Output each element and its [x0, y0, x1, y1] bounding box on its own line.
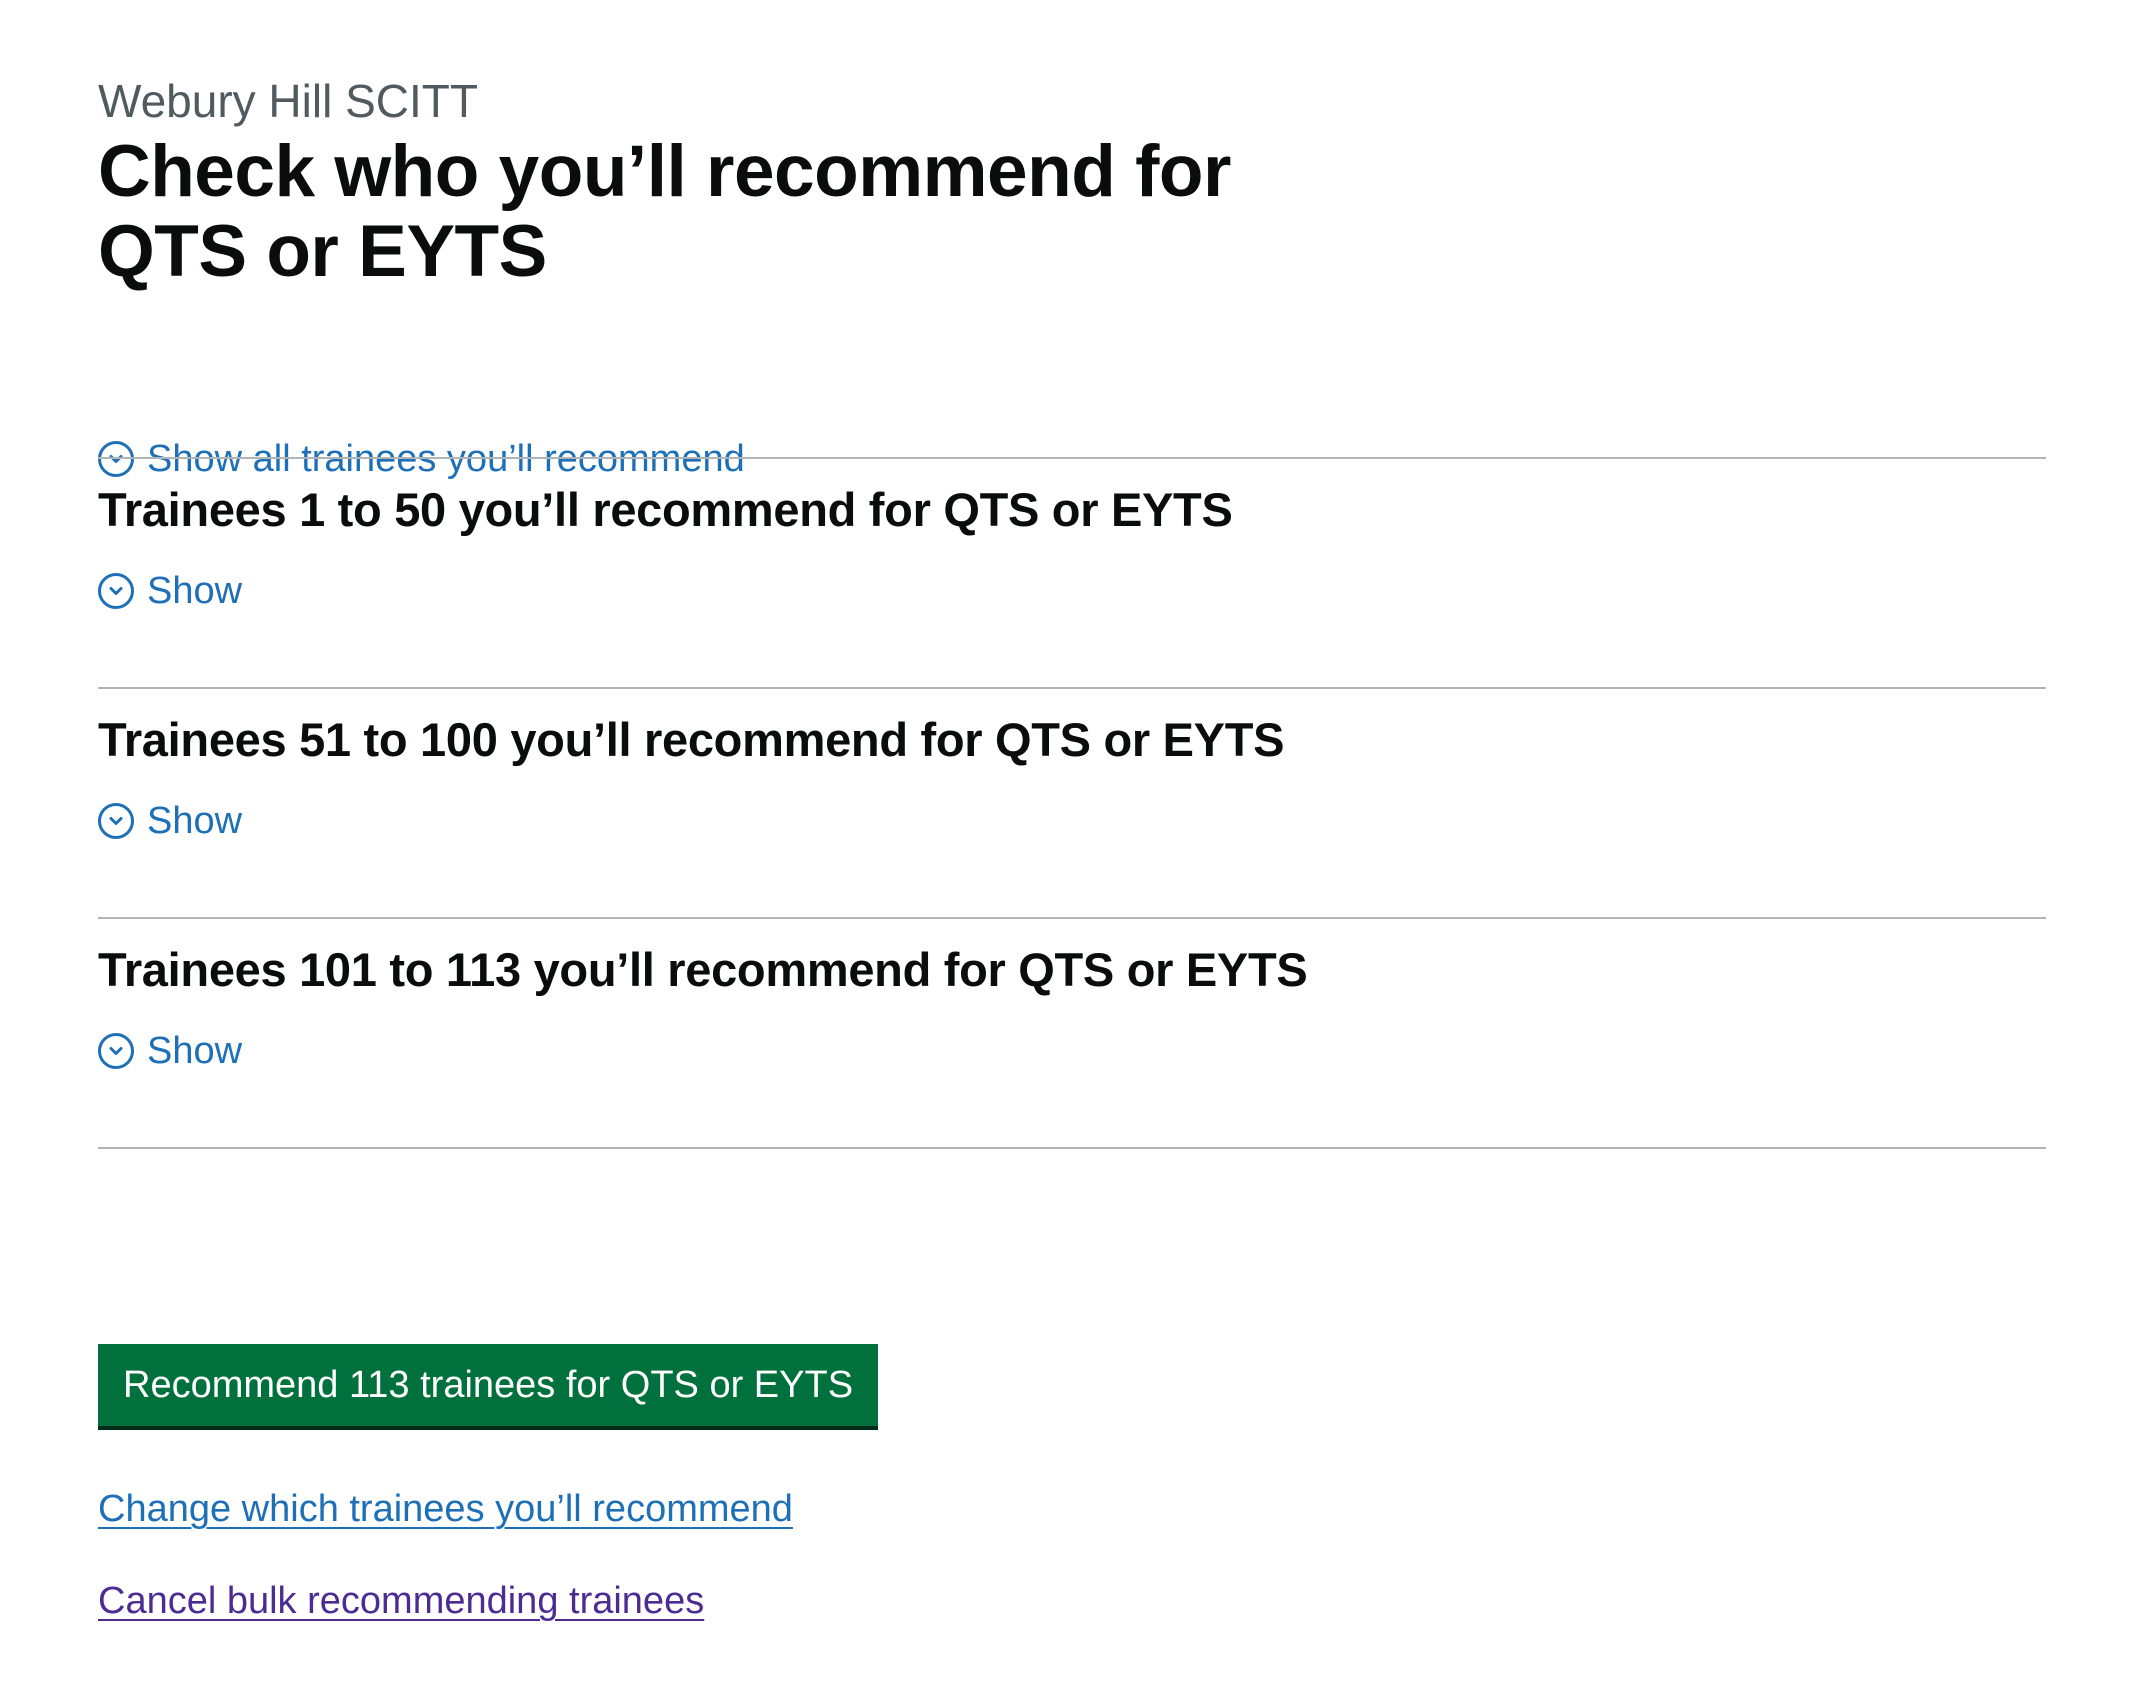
change-trainees-link[interactable]: Change which trainees you’ll recommend	[98, 1485, 793, 1533]
accordion-bottom-divider	[98, 1147, 2046, 1149]
chevron-down-circle-icon	[98, 1033, 134, 1069]
section-show-button[interactable]: Show	[98, 1027, 242, 1075]
section-heading: Trainees 1 to 50 you’ll recommend for QT…	[98, 483, 1233, 536]
section-heading: Trainees 51 to 100 you’ll recommend for …	[98, 713, 1285, 766]
accordion-section-2: Trainees 51 to 100 you’ll recommend for …	[98, 687, 2046, 917]
cancel-bulk-recommend-link[interactable]: Cancel bulk recommending trainees	[98, 1577, 704, 1625]
page: Webury Hill SCITT Check who you’ll recom…	[0, 0, 2134, 1692]
chevron-down-circle-icon	[98, 573, 134, 609]
accordion-section-3: Trainees 101 to 113 you’ll recommend for…	[98, 917, 2046, 1147]
chevron-down-circle-icon	[98, 803, 134, 839]
recommend-trainees-button[interactable]: Recommend 113 trainees for QTS or EYTS	[98, 1344, 879, 1426]
section-show-label: Show	[147, 1030, 243, 1072]
accordion-section-1: Trainees 1 to 50 you’ll recommend for QT…	[98, 457, 2046, 687]
section-heading: Trainees 101 to 113 you’ll recommend for…	[98, 943, 1308, 996]
section-show-label: Show	[147, 570, 243, 612]
organisation-caption: Webury Hill SCITT	[98, 75, 478, 127]
main-content: Webury Hill SCITT Check who you’ll recom…	[98, 70, 2046, 1622]
section-show-button[interactable]: Show	[98, 567, 242, 615]
page-title: Check who you’ll recommend for QTS or EY…	[98, 131, 1231, 292]
section-show-button[interactable]: Show	[98, 797, 242, 845]
section-show-label: Show	[147, 800, 243, 842]
